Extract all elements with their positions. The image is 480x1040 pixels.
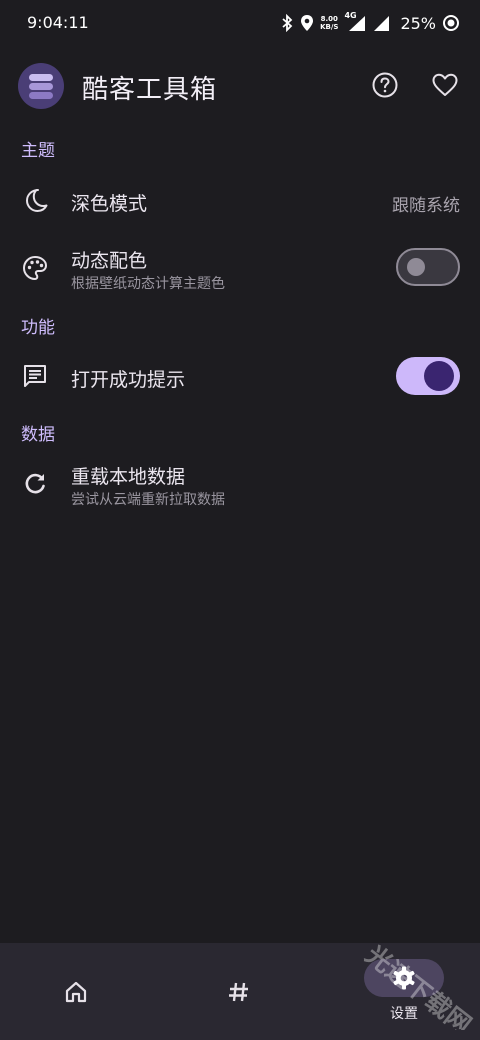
dark-mode-title: 深色模式 <box>71 193 148 215</box>
status-time: 9:04:11 <box>27 13 89 32</box>
nav-settings[interactable]: 设置 <box>364 943 444 1040</box>
reload-data-row[interactable]: 重载本地数据 尝试从云端重新拉取数据 <box>0 456 480 518</box>
dynamic-color-subtitle: 根据壁纸动态计算主题色 <box>71 276 225 292</box>
dark-mode-value: 跟随系统 <box>392 196 460 216</box>
open-success-tip-title: 打开成功提示 <box>71 369 186 391</box>
nav-categories[interactable] <box>203 943 275 1040</box>
help-circle-icon <box>372 72 398 98</box>
help-button[interactable] <box>370 70 400 100</box>
net-speed-unit: KB/S <box>320 23 339 31</box>
battery-ring-icon <box>443 15 459 31</box>
cell-signal-2-icon <box>374 16 390 31</box>
settings-screen: 9:04:11 8.00 KB/S 4G 25% 酷客工具箱 主题 深色模式 跟… <box>0 0 480 1040</box>
palette-icon <box>20 253 50 283</box>
dynamic-color-row[interactable]: 动态配色 根据壁纸动态计算主题色 <box>0 240 480 302</box>
favorite-button[interactable] <box>430 70 460 100</box>
dark-mode-row[interactable]: 深色模式 跟随系统 <box>0 170 480 232</box>
section-theme-title: 主题 <box>21 141 55 161</box>
moon-icon <box>20 185 50 215</box>
net-speed-value: 8.00 <box>320 15 338 23</box>
net-speed: 8.00 KB/S <box>320 15 338 31</box>
switch-knob <box>407 258 425 276</box>
location-icon <box>301 15 314 31</box>
reload-data-subtitle: 尝试从云端重新拉取数据 <box>71 492 225 508</box>
heart-outline-icon <box>432 73 458 96</box>
status-bar: 9:04:11 8.00 KB/S 4G 25% <box>0 0 480 46</box>
hash-icon <box>224 977 254 1007</box>
dynamic-color-switch[interactable] <box>396 248 460 286</box>
signal-4g: 4G <box>344 11 366 32</box>
battery-percent: 25% <box>400 13 436 33</box>
nav-selected-indicator <box>364 959 444 997</box>
bottom-navigation: 设置 <box>0 943 480 1040</box>
home-icon <box>61 977 91 1007</box>
bluetooth-icon <box>282 14 293 32</box>
status-icons: 8.00 KB/S 4G 25% <box>280 11 460 35</box>
open-success-tip-row[interactable]: 打开成功提示 <box>0 346 480 408</box>
open-success-tip-switch[interactable] <box>396 357 460 395</box>
app-logo <box>18 63 64 109</box>
nav-home[interactable] <box>40 943 112 1040</box>
stack-logo-icon <box>29 74 53 99</box>
cell-signal-icon <box>349 16 366 31</box>
section-features-title: 功能 <box>21 318 55 338</box>
settings-gear-icon <box>393 966 415 990</box>
nav-settings-label: 设置 <box>390 1006 418 1022</box>
section-data-title: 数据 <box>21 425 55 445</box>
reload-data-title: 重载本地数据 <box>71 466 186 488</box>
message-icon <box>20 361 50 391</box>
dynamic-color-title: 动态配色 <box>71 250 148 272</box>
app-title: 酷客工具箱 <box>82 75 218 105</box>
switch-knob <box>424 361 454 391</box>
refresh-icon <box>20 469 50 499</box>
